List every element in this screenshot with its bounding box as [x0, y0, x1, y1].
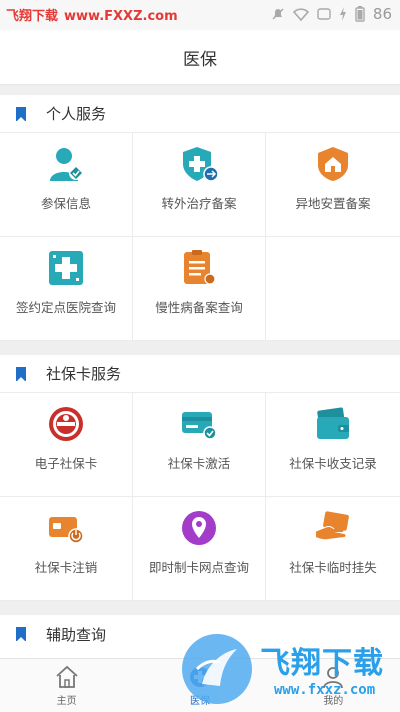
service-referral-record[interactable]: 转外治疗备案: [133, 133, 266, 237]
battery-level: 86: [372, 5, 392, 23]
medical-shield-icon: [183, 147, 218, 182]
service-label: 慢性病备案查询: [155, 300, 243, 315]
tab-label: 我的: [323, 696, 344, 707]
wifi-icon: [292, 7, 309, 21]
service-label: 参保信息: [40, 196, 91, 211]
service-chronic-disease[interactable]: 慢性病备案查询: [133, 237, 266, 341]
tab-medical[interactable]: 医保: [133, 659, 266, 712]
card-power-icon: [49, 517, 84, 544]
user-icon: [323, 667, 344, 689]
section-header: 个人服务: [0, 95, 400, 133]
section-header: 社保卡服务: [0, 355, 400, 393]
tab-label: 主页: [56, 696, 77, 707]
charging-icon: [339, 7, 346, 21]
tab-label: 医保: [189, 696, 210, 707]
bookmark-icon: [16, 627, 26, 642]
section-title: 个人服务: [46, 105, 107, 123]
house-shield-icon: [318, 147, 348, 181]
hospital-cross-icon: [49, 251, 83, 285]
service-card-outlet-search[interactable]: 即时制卡网点查询: [133, 497, 266, 601]
service-label: 社保卡激活: [167, 456, 231, 471]
empty-cell: [266, 237, 400, 341]
service-card-transactions[interactable]: 社保卡收支记录: [266, 393, 400, 497]
bookmark-icon: [16, 106, 26, 122]
section-personal-services: 个人服务 参保信息 转外治疗备案 异地安置备案 签约定点医院查询 慢性病备案查询: [0, 95, 400, 341]
service-e-social-card[interactable]: 电子社保卡: [0, 393, 133, 497]
header: 医保: [0, 30, 400, 85]
section-social-card-services: 社保卡服务 电子社保卡 社保卡激活 社保卡收支记录 社保卡注销 即时制卡网点查询…: [0, 355, 400, 601]
battery-icon: [355, 6, 365, 22]
sim-icon: [317, 8, 331, 20]
section-title: 社保卡服务: [46, 365, 122, 383]
service-label: 异地安置备案: [295, 196, 371, 211]
service-designated-hospital[interactable]: 签约定点医院查询: [0, 237, 133, 341]
page-title: 医保: [183, 49, 217, 70]
service-label: 签约定点医院查询: [15, 300, 116, 315]
tab-bar: 主页 医保 我的: [0, 658, 400, 712]
service-label: 社保卡收支记录: [289, 456, 377, 471]
section-title: 辅助查询: [46, 625, 107, 644]
service-label: 电子社保卡: [34, 456, 98, 471]
status-icons: 86: [271, 5, 392, 23]
medical-icon: [189, 667, 210, 687]
home-icon: [56, 665, 78, 688]
watermark-url: www.FXXZ.com: [64, 9, 178, 24]
service-label: 社保卡临时挂失: [289, 560, 377, 575]
person-check-icon: [50, 148, 83, 181]
status-bar: 飞翔下载 www.FXXZ.com 86: [0, 0, 400, 30]
watermark-top: 飞翔下载 www.FXXZ.com: [6, 5, 178, 24]
wallet-card-icon: [317, 407, 349, 439]
hand-card-icon: [315, 511, 349, 540]
service-insurance-info[interactable]: 参保信息: [0, 133, 133, 237]
card-check-icon: [182, 412, 217, 440]
tab-mine[interactable]: 我的: [267, 659, 400, 712]
clipboard-icon: [184, 250, 216, 285]
location-pin-icon: [182, 511, 216, 545]
section-auxiliary-query: 辅助查询: [0, 615, 400, 658]
notification-muted-icon: [272, 8, 284, 20]
service-relocation-record[interactable]: 异地安置备案: [266, 133, 400, 237]
tab-home[interactable]: 主页: [0, 659, 133, 712]
service-label: 转外治疗备案: [161, 196, 237, 211]
service-card-temporary-loss[interactable]: 社保卡临时挂失: [266, 497, 400, 601]
bookmark-icon: [16, 366, 26, 382]
social-security-emblem-icon: [49, 407, 83, 441]
service-label: 即时制卡网点查询: [148, 560, 249, 575]
section-header: 辅助查询: [0, 615, 400, 653]
watermark-text: 飞翔下载: [6, 9, 59, 24]
service-card-cancellation[interactable]: 社保卡注销: [0, 497, 133, 601]
service-label: 社保卡注销: [34, 560, 98, 575]
service-card-activation[interactable]: 社保卡激活: [133, 393, 266, 497]
